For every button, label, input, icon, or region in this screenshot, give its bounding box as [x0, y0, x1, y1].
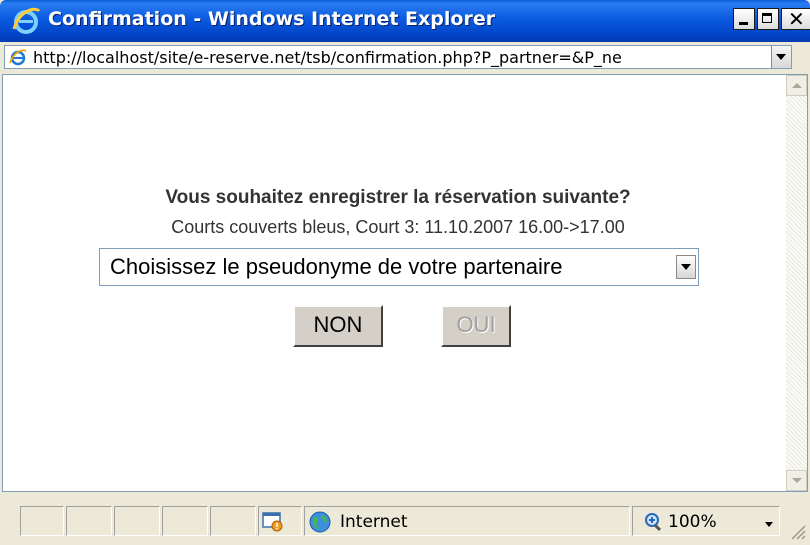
window-title: Confirmation - Windows Internet Explorer — [48, 8, 496, 30]
internet-globe-icon — [309, 511, 331, 533]
chevron-down-icon[interactable] — [765, 522, 773, 527]
reservation-details: Courts couverts bleus, Court 3: 11.10.20… — [171, 217, 625, 237]
address-dropdown-button[interactable] — [771, 46, 791, 68]
arrow-down-icon — [792, 478, 802, 483]
minimize-button[interactable] — [733, 8, 755, 30]
zoom-level[interactable]: 100% — [668, 512, 717, 532]
status-bar: Internet 100% — [0, 496, 810, 545]
arrow-up-icon — [792, 83, 802, 88]
chevron-down-icon — [681, 264, 691, 270]
page-content: Vous souhaitez enregistrer la réservatio… — [2, 74, 808, 492]
status-panel — [20, 506, 64, 536]
address-field[interactable]: http://localhost/site/e-reserve.net/tsb/… — [4, 45, 792, 69]
scroll-down-button[interactable] — [786, 470, 807, 491]
close-button[interactable]: ✕ — [781, 8, 810, 30]
zoom-icon[interactable] — [644, 512, 664, 532]
status-panel — [210, 506, 256, 536]
address-bar: http://localhost/site/e-reserve.net/tsb/… — [0, 42, 810, 72]
status-panel — [66, 506, 112, 536]
ie-logo-icon — [12, 7, 41, 34]
maximize-button[interactable] — [757, 8, 779, 30]
partner-select-value: Choisissez le pseudonyme de votre parten… — [110, 254, 563, 279]
maximize-icon — [762, 13, 772, 23]
partner-select[interactable]: Choisissez le pseudonyme de votre parten… — [99, 248, 699, 286]
popup-blocked-icon[interactable] — [262, 512, 284, 532]
oui-button[interactable]: OUI — [441, 305, 511, 347]
address-url[interactable]: http://localhost/site/e-reserve.net/tsb/… — [33, 48, 773, 67]
non-button[interactable]: NON — [293, 305, 383, 347]
status-panel — [162, 506, 208, 536]
resize-grip-icon[interactable] — [788, 522, 806, 540]
vertical-scrollbar[interactable] — [786, 75, 807, 491]
scroll-up-button[interactable] — [786, 75, 807, 96]
status-panel — [114, 506, 160, 536]
close-icon: ✕ — [788, 7, 805, 31]
minimize-icon — [739, 22, 748, 25]
title-bar[interactable]: Confirmation - Windows Internet Explorer… — [0, 0, 810, 42]
security-zone-label: Internet — [340, 512, 408, 532]
partner-select-dropdown-button[interactable] — [676, 255, 696, 279]
ie-page-icon — [9, 49, 27, 66]
confirmation-heading: Vous souhaitez enregistrer la réservatio… — [165, 187, 631, 208]
chevron-down-icon — [776, 54, 786, 60]
